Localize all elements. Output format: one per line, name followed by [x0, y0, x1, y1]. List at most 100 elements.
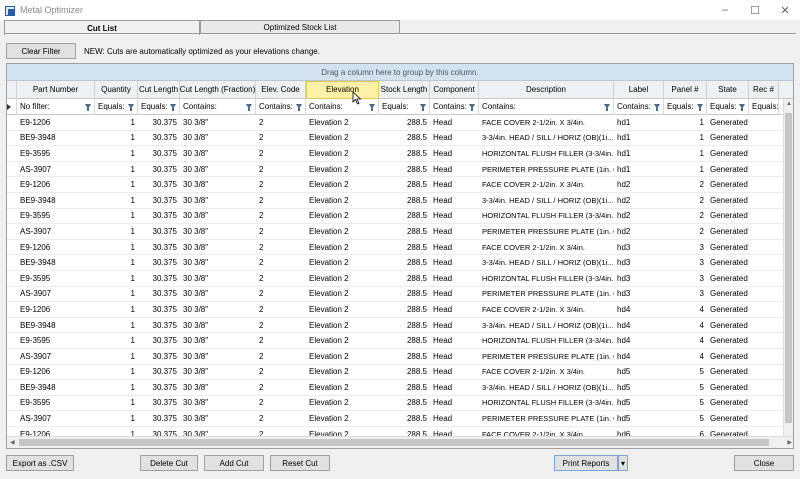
table-cell[interactable]: hd5 [614, 380, 664, 395]
table-cell[interactable]: 2 [256, 365, 306, 380]
table-cell[interactable]: 288.5 [379, 318, 430, 333]
table-cell[interactable]: 5 [664, 411, 707, 426]
table-cell[interactable]: hd4 [614, 318, 664, 333]
table-cell-rec[interactable] [749, 240, 779, 255]
table-cell[interactable]: 1 [95, 162, 138, 177]
table-cell[interactable]: Head [430, 115, 479, 130]
table-cell[interactable]: Generated [707, 271, 749, 286]
filter-funnel-icon[interactable] [128, 104, 134, 111]
filter-operator[interactable]: Equals: [141, 102, 168, 111]
table-cell[interactable]: 1 [95, 115, 138, 130]
table-cell[interactable]: 288.5 [379, 396, 430, 411]
table-cell[interactable]: 30.375 [138, 209, 180, 224]
table-cell[interactable]: Generated [707, 411, 749, 426]
table-cell[interactable]: 288.5 [379, 380, 430, 395]
table-cell[interactable]: Elevation 2 [306, 240, 379, 255]
table-cell[interactable]: Elevation 2 [306, 131, 379, 146]
table-cell[interactable]: 2 [256, 302, 306, 317]
column-header-panel[interactable]: Panel # [664, 80, 707, 99]
table-cell[interactable]: 30 3/8" [180, 162, 256, 177]
table-cell[interactable]: BE9-3948 [17, 193, 95, 208]
table-row[interactable]: E9-3595 1 30.375 30 3/8" 2 Elevation 2 288.5 He… [7, 146, 793, 162]
table-cell[interactable]: AS-3907 [17, 349, 95, 364]
table-cell[interactable]: 2 [256, 162, 306, 177]
table-cell[interactable]: 1 [95, 380, 138, 395]
table-cell[interactable]: 5 [664, 380, 707, 395]
table-cell[interactable]: Generated [707, 287, 749, 302]
table-cell[interactable]: E9-1206 [17, 177, 95, 192]
export-csv-button[interactable]: Export as .CSV [6, 455, 74, 471]
table-cell[interactable]: 3 [664, 255, 707, 270]
column-header-part-number[interactable]: Part Number [17, 80, 95, 99]
table-cell[interactable]: 2 [256, 349, 306, 364]
filter-operator[interactable]: Equals: [710, 102, 737, 111]
table-cell-rec[interactable] [749, 333, 779, 348]
filter-funnel-icon[interactable] [420, 104, 426, 111]
table-cell[interactable]: 288.5 [379, 411, 430, 426]
filter-funnel-icon[interactable] [246, 104, 252, 111]
table-cell[interactable]: Generated [707, 365, 749, 380]
filter-cell[interactable]: Equals: [379, 98, 430, 115]
filter-cell[interactable]: Equals: [95, 98, 138, 115]
table-cell[interactable]: PERIMETER PRESSURE PLATE (1in. GL) [479, 162, 614, 177]
table-cell[interactable]: Head [430, 396, 479, 411]
table-cell[interactable]: Head [430, 162, 479, 177]
table-cell[interactable]: 30.375 [138, 302, 180, 317]
filter-cell[interactable]: No filter: [17, 98, 95, 115]
table-cell[interactable]: Head [430, 349, 479, 364]
table-cell[interactable]: 30 3/8" [180, 349, 256, 364]
table-cell[interactable]: 2 [256, 224, 306, 239]
table-cell[interactable]: Elevation 2 [306, 177, 379, 192]
table-cell[interactable]: 288.5 [379, 146, 430, 161]
table-cell[interactable]: hd3 [614, 255, 664, 270]
table-cell[interactable]: 288.5 [379, 365, 430, 380]
table-cell[interactable]: E9-3595 [17, 146, 95, 161]
table-cell[interactable]: Generated [707, 396, 749, 411]
table-cell[interactable]: 288.5 [379, 287, 430, 302]
table-cell[interactable]: 1 [95, 177, 138, 192]
table-cell[interactable]: E9-3595 [17, 396, 95, 411]
table-cell[interactable]: HORIZONTAL FLUSH FILLER (3-3/4in... [479, 146, 614, 161]
table-cell[interactable]: 1 [95, 224, 138, 239]
table-cell[interactable]: hd1 [614, 146, 664, 161]
table-cell[interactable]: PERIMETER PRESSURE PLATE (1in. GL) [479, 287, 614, 302]
table-row[interactable]: BE9-3948 1 30.375 30 3/8" 2 Elevation 2 288.5 H… [7, 380, 793, 396]
table-cell[interactable]: 2 [256, 411, 306, 426]
table-cell[interactable]: E9-3595 [17, 333, 95, 348]
filter-funnel-icon[interactable] [697, 104, 703, 111]
table-cell[interactable]: Elevation 2 [306, 302, 379, 317]
table-cell[interactable]: 288.5 [379, 224, 430, 239]
table-cell[interactable]: Generated [707, 333, 749, 348]
table-cell[interactable]: 5 [664, 365, 707, 380]
table-cell[interactable]: 2 [256, 193, 306, 208]
table-cell[interactable]: 2 [664, 193, 707, 208]
table-cell[interactable]: 30 3/8" [180, 131, 256, 146]
table-row[interactable]: BE9-3948 1 30.375 30 3/8" 2 Elevation 2 288.5 H… [7, 255, 793, 271]
table-row[interactable]: AS-3907 1 30.375 30 3/8" 2 Elevation 2 288.5 He… [7, 224, 793, 240]
scroll-left-icon[interactable]: ◀ [10, 439, 15, 446]
table-cell[interactable]: 30.375 [138, 365, 180, 380]
table-cell[interactable]: AS-3907 [17, 162, 95, 177]
table-cell-rec[interactable] [749, 380, 779, 395]
table-cell[interactable]: 30.375 [138, 146, 180, 161]
table-cell[interactable]: 5 [664, 396, 707, 411]
table-cell[interactable]: Head [430, 209, 479, 224]
filter-operator[interactable]: Contains: [482, 102, 516, 111]
table-cell[interactable]: 30.375 [138, 115, 180, 130]
clear-filter-button[interactable]: Clear Filter [6, 43, 76, 59]
table-cell[interactable]: FACE COVER 2-1/2in. X 3/4in. [479, 302, 614, 317]
table-cell[interactable]: HORIZONTAL FLUSH FILLER (3-3/4in... [479, 396, 614, 411]
table-cell[interactable]: 30.375 [138, 162, 180, 177]
filter-cell[interactable]: Contains: [180, 98, 256, 115]
table-row[interactable]: E9-1206 1 30.375 30 3/8" 2 Elevation 2 288.5 He… [7, 240, 793, 256]
table-cell[interactable]: HORIZONTAL FLUSH FILLER (3-3/4in... [479, 209, 614, 224]
table-cell-rec[interactable] [749, 131, 779, 146]
filter-cell[interactable]: Contains: [479, 98, 614, 115]
table-cell[interactable]: 30 3/8" [180, 146, 256, 161]
table-cell[interactable]: Head [430, 287, 479, 302]
table-cell[interactable]: BE9-3948 [17, 318, 95, 333]
table-cell[interactable]: 2 [664, 224, 707, 239]
table-cell[interactable]: 30 3/8" [180, 255, 256, 270]
table-cell[interactable]: Elevation 2 [306, 318, 379, 333]
table-cell[interactable]: Head [430, 271, 479, 286]
